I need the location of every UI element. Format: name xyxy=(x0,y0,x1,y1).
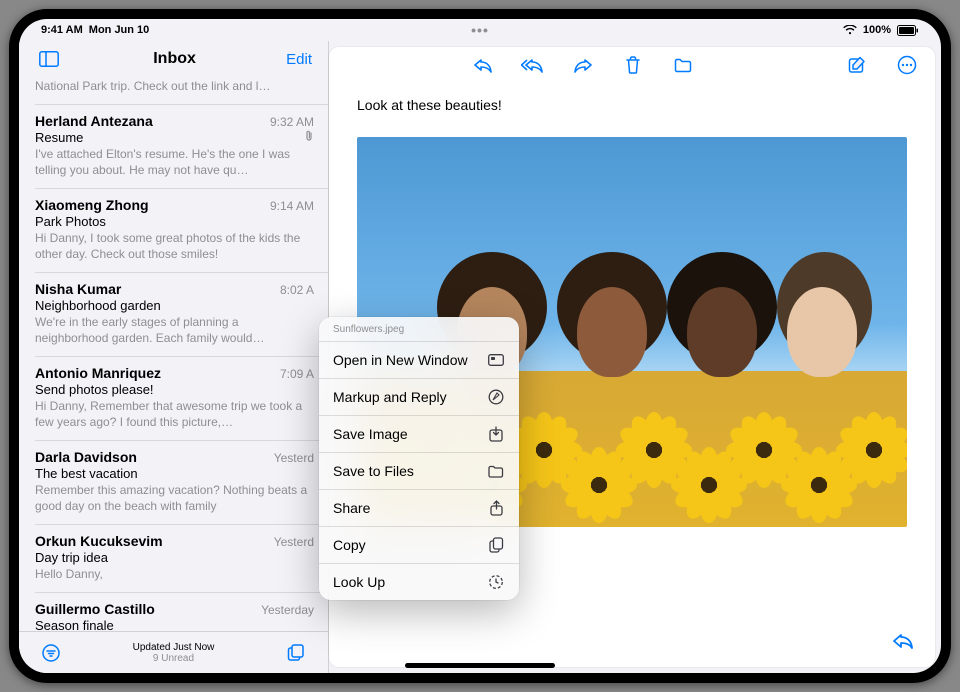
list-item[interactable]: Xiaomeng Zhong 9:14 AM Park Photos Hi Da… xyxy=(35,189,328,273)
ctx-label: Copy xyxy=(333,537,366,553)
ctx-markup-reply[interactable]: Markup and Reply xyxy=(319,378,519,415)
ctx-label: Markup and Reply xyxy=(333,389,447,405)
message-preview: Hi Danny, Remember that awesome trip we … xyxy=(35,398,314,430)
message-preview: I've attached Elton's resume. He's the o… xyxy=(35,146,314,178)
list-item[interactable]: Orkun Kucuksevim Yesterd Day trip idea H… xyxy=(35,525,328,593)
message-sender: Darla Davidson xyxy=(35,449,137,465)
compose-icon[interactable] xyxy=(843,51,871,79)
attachment-icon xyxy=(304,130,314,145)
message-time: 7:09 A xyxy=(280,367,314,381)
ctx-copy[interactable]: Copy xyxy=(319,526,519,563)
list-item[interactable]: National Park trip. Check out the link a… xyxy=(35,78,328,105)
multitask-dots-icon[interactable]: ••• xyxy=(471,22,489,38)
message-subject: Park Photos xyxy=(35,214,314,229)
ipad-device-frame: 9:41 AM Mon Jun 10 ••• 100% xyxy=(9,9,951,683)
message-time: 9:14 AM xyxy=(270,199,314,213)
quick-reply-icon[interactable] xyxy=(889,627,917,655)
footer-unread: 9 Unread xyxy=(133,653,215,664)
forward-icon[interactable] xyxy=(569,51,597,79)
status-date: Mon Jun 10 xyxy=(89,24,150,36)
ctx-label: Save Image xyxy=(333,426,408,442)
home-indicator[interactable] xyxy=(405,663,555,668)
trash-icon[interactable] xyxy=(619,51,647,79)
status-time: 9:41 AM xyxy=(41,24,83,36)
message-subject: Send photos please! xyxy=(35,382,314,397)
footer-status: Updated Just Now xyxy=(133,642,215,653)
message-subject: The best vacation xyxy=(35,466,314,481)
attachment-context-menu: Sunflowers.jpeg Open in New Window Marku… xyxy=(319,317,519,600)
ctx-save-image[interactable]: Save Image xyxy=(319,415,519,452)
message-toolbar xyxy=(329,47,935,83)
sidebar-footer: Updated Just Now 9 Unread xyxy=(19,631,328,673)
message-time: Yesterd xyxy=(274,451,314,465)
message-sender: Antonio Manriquez xyxy=(35,365,161,381)
sidebar-toggle-icon[interactable] xyxy=(35,45,63,73)
screen: 9:41 AM Mon Jun 10 ••• 100% xyxy=(19,19,941,673)
wifi-icon xyxy=(843,25,857,35)
context-menu-title: Sunflowers.jpeg xyxy=(319,317,519,341)
list-item[interactable]: Guillermo Castillo Yesterday Season fina… xyxy=(35,593,328,631)
message-preview: Remember this amazing vacation? Nothing … xyxy=(35,482,314,514)
mail-app: Inbox Edit National Park trip. Check out… xyxy=(19,41,941,673)
ctx-label: Look Up xyxy=(333,574,385,590)
markup-icon xyxy=(487,388,505,406)
sidebar-header: Inbox Edit xyxy=(19,41,328,77)
ctx-label: Open in New Window xyxy=(333,352,468,368)
ctx-share[interactable]: Share xyxy=(319,489,519,526)
ctx-lookup[interactable]: Look Up xyxy=(319,563,519,600)
ctx-save-files[interactable]: Save to Files xyxy=(319,452,519,489)
list-item[interactable]: Darla Davidson Yesterd The best vacation… xyxy=(35,441,328,525)
message-sender: Guillermo Castillo xyxy=(35,601,155,617)
reply-icon[interactable] xyxy=(469,51,497,79)
message-sender: Nisha Kumar xyxy=(35,281,121,297)
message-sender: Herland Antezana xyxy=(35,113,153,129)
message-sender: Orkun Kucuksevim xyxy=(35,533,163,549)
folder-icon xyxy=(487,462,505,480)
message-preview: Hello Danny, xyxy=(35,566,314,582)
list-item[interactable]: Herland Antezana 9:32 AM Resume I've att… xyxy=(35,105,328,189)
battery-percent: 100% xyxy=(863,24,891,36)
message-preview: Hi Danny, I took some great photos of th… xyxy=(35,230,314,262)
message-subject: Resume xyxy=(35,130,83,145)
message-preview: We're in the early stages of planning a … xyxy=(35,314,314,346)
ctx-label: Save to Files xyxy=(333,463,414,479)
inbox-sidebar: Inbox Edit National Park trip. Check out… xyxy=(19,41,329,673)
message-subject: Day trip idea xyxy=(35,550,314,565)
ctx-open-new-window[interactable]: Open in New Window xyxy=(319,341,519,378)
sidebar-title: Inbox xyxy=(153,50,196,68)
message-sender: Xiaomeng Zhong xyxy=(35,197,149,213)
copy-icon xyxy=(487,536,505,554)
status-bar: 9:41 AM Mon Jun 10 ••• 100% xyxy=(19,19,941,41)
save-image-icon xyxy=(487,425,505,443)
list-item[interactable]: Antonio Manriquez 7:09 A Send photos ple… xyxy=(35,357,328,441)
message-time: Yesterday xyxy=(261,603,314,617)
message-body-text: Look at these beauties! xyxy=(329,83,935,127)
move-folder-icon[interactable] xyxy=(669,51,697,79)
ctx-label: Share xyxy=(333,500,370,516)
message-time: Yesterd xyxy=(274,535,314,549)
more-icon[interactable] xyxy=(893,51,921,79)
message-preview: National Park trip. Check out the link a… xyxy=(35,78,314,94)
message-time: 8:02 A xyxy=(280,283,314,297)
new-window-icon xyxy=(487,351,505,369)
battery-icon xyxy=(897,25,919,36)
edit-button[interactable]: Edit xyxy=(286,51,312,68)
reply-all-icon[interactable] xyxy=(519,51,547,79)
filter-icon[interactable] xyxy=(37,639,65,667)
message-time: 9:32 AM xyxy=(270,115,314,129)
message-list[interactable]: National Park trip. Check out the link a… xyxy=(19,77,328,631)
message-subject: Season finale xyxy=(35,618,314,631)
new-window-icon[interactable] xyxy=(282,639,310,667)
share-icon xyxy=(487,499,505,517)
message-subject: Neighborhood garden xyxy=(35,298,314,313)
lookup-icon xyxy=(487,573,505,591)
list-item[interactable]: Nisha Kumar 8:02 A Neighborhood garden W… xyxy=(35,273,328,357)
